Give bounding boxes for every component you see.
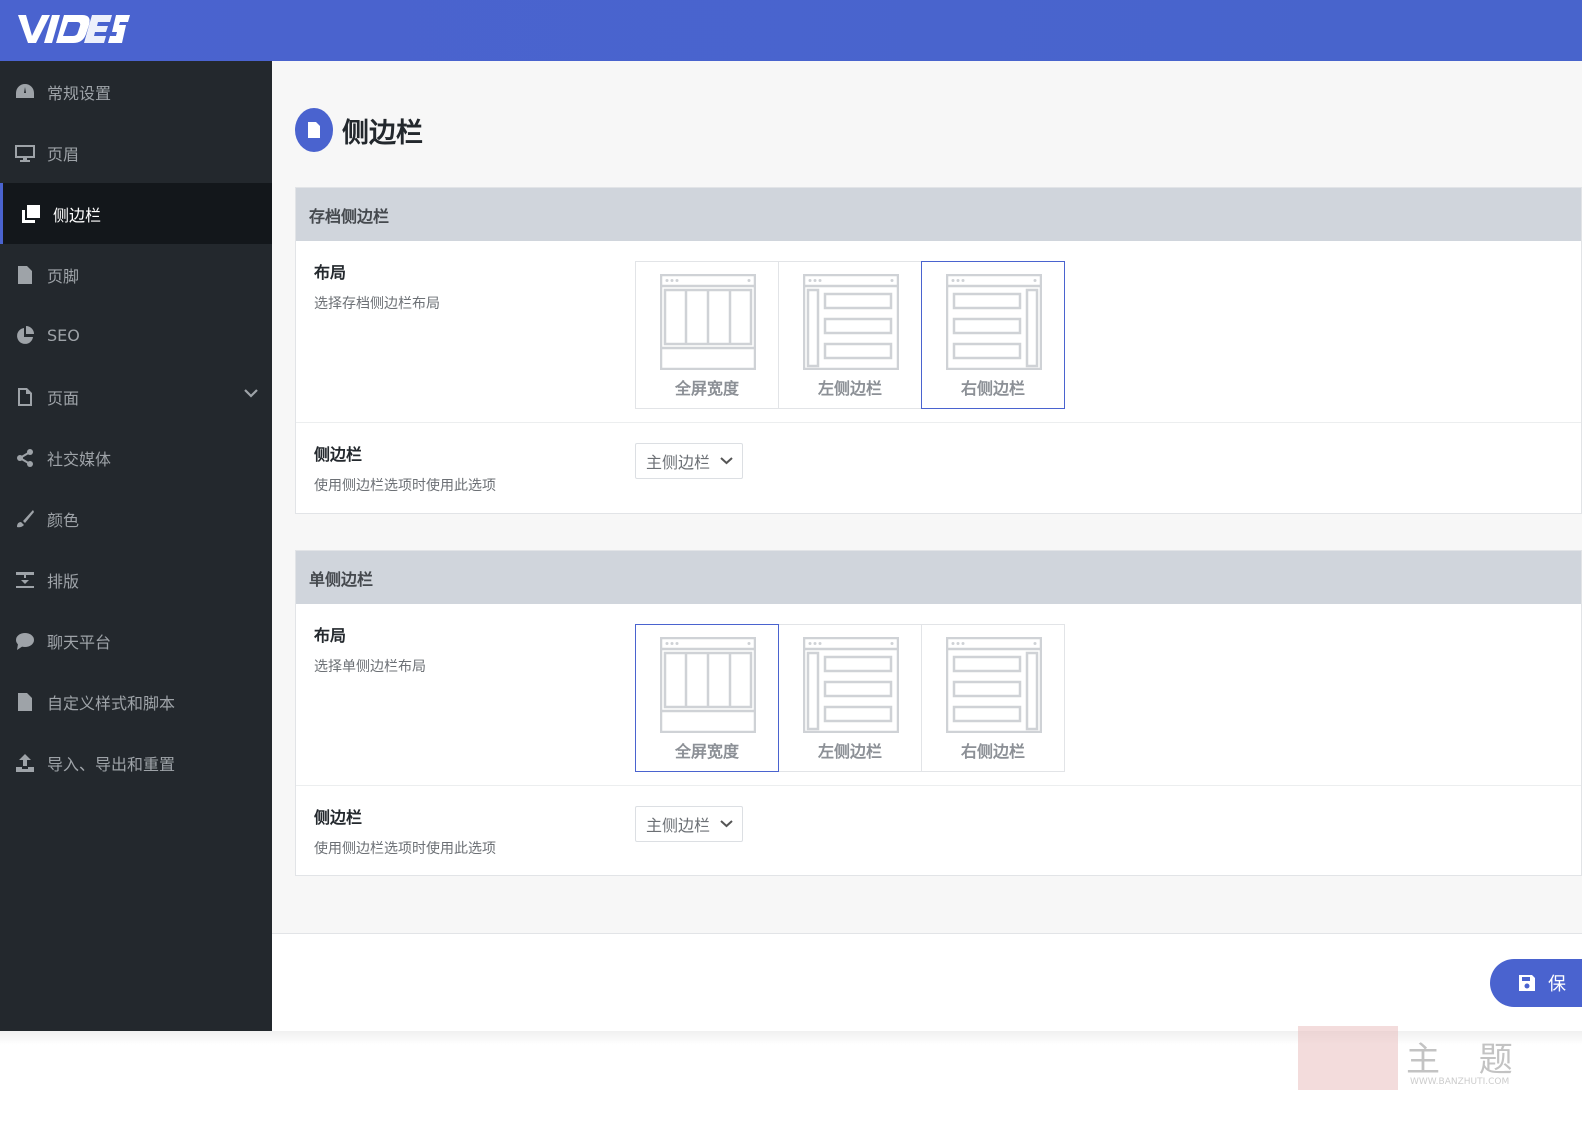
layout-option-full-width[interactable]: 全屏宽度: [635, 261, 779, 409]
watermark-url: WWW.BANZHUTI.COM: [1410, 1077, 1510, 1087]
comment-icon: [14, 630, 36, 652]
select-value: 主侧边栏: [646, 453, 711, 472]
dashboard-icon: [14, 81, 36, 103]
file-icon: [295, 108, 333, 152]
sidebar-item-import-export[interactable]: 导入、导出和重置: [0, 732, 272, 793]
sidebar-item-label: 排版: [47, 571, 80, 591]
row-label: 布局: [314, 626, 347, 645]
sidebar-nav: 常规设置 页眉 侧边栏 页脚 SEO 页面 社交媒体 颜色 排版 聊天平台 自定…: [0, 61, 272, 1031]
upload-icon: [14, 752, 36, 774]
sidebar-item-label: 侧边栏: [53, 205, 102, 225]
pie-chart-icon: [14, 325, 36, 347]
sidebar-item-colors[interactable]: 颜色: [0, 488, 272, 549]
full-width-layout-icon: [660, 274, 756, 370]
layout-option-right-sidebar[interactable]: 右侧边栏: [921, 261, 1065, 409]
sidebar-item-sidebar[interactable]: 侧边栏: [0, 183, 272, 244]
sidebar-item-label: 自定义样式和脚本: [47, 693, 176, 713]
select-value: 主侧边栏: [646, 816, 711, 835]
layout-option-label: 全屏宽度: [674, 379, 739, 398]
layout-option-full-width[interactable]: 全屏宽度: [635, 624, 779, 772]
layout-option-right-sidebar[interactable]: 右侧边栏: [921, 624, 1065, 772]
layout-option-left-sidebar[interactable]: 左侧边栏: [778, 624, 922, 772]
copy-icon: [20, 203, 42, 225]
row-description: 使用侧边栏选项时使用此选项: [314, 478, 496, 494]
chevron-down-icon: [720, 457, 733, 465]
sidebar-item-typography[interactable]: 排版: [0, 549, 272, 610]
sidebar-item-label: 社交媒体: [47, 449, 112, 469]
sidebar-item-label: 导入、导出和重置: [47, 754, 176, 774]
main-content: 侧边栏 存档侧边栏 布局 选择存档侧边栏布局 全屏宽度 左侧边栏 右侧边栏 侧边…: [272, 61, 1582, 933]
watermark-text: 主 题: [1406, 1040, 1527, 1080]
sidebar-select-row: 侧边栏 使用侧边栏选项时使用此选项 主侧边栏: [296, 786, 1581, 875]
desktop-icon: [14, 142, 36, 164]
archive-sidebar-panel: 存档侧边栏 布局 选择存档侧边栏布局 全屏宽度 左侧边栏 右侧边栏 侧边栏 使用…: [295, 187, 1582, 514]
row-label: 侧边栏: [314, 445, 363, 464]
watermark: 主 题 WWW.BANZHUTI.COM: [1298, 1026, 1528, 1092]
text-height-icon: [14, 569, 36, 591]
row-description: 选择存档侧边栏布局: [314, 296, 440, 312]
full-width-layout-icon: [660, 637, 756, 733]
chevron-down-icon: [720, 820, 733, 828]
layout-option-label: 左侧边栏: [817, 379, 882, 398]
share-icon: [14, 447, 36, 469]
save-button[interactable]: 保: [1490, 959, 1582, 1007]
sidebar-item-label: 页面: [47, 388, 80, 408]
left-sidebar-layout-icon: [803, 274, 899, 370]
layout-option-label: 全屏宽度: [674, 742, 739, 761]
file-icon: [14, 264, 36, 286]
page-header: 侧边栏: [295, 108, 423, 152]
sidebar-item-general[interactable]: 常规设置: [0, 61, 272, 122]
panel-title: 存档侧边栏: [296, 188, 1581, 241]
layout-row: 布局 选择单侧边栏布局 全屏宽度 左侧边栏 右侧边栏: [296, 604, 1581, 786]
sidebar-item-chat[interactable]: 聊天平台: [0, 610, 272, 671]
paint-brush-icon: [14, 508, 36, 530]
sidebar-item-header[interactable]: 页眉: [0, 122, 272, 183]
row-description: 选择单侧边栏布局: [314, 659, 426, 675]
sidebar-item-seo[interactable]: SEO: [0, 305, 272, 366]
page-title: 侧边栏: [342, 117, 423, 149]
floppy-disk-icon: [1519, 975, 1535, 991]
footer-bar: 保: [272, 933, 1582, 1031]
layout-row: 布局 选择存档侧边栏布局 全屏宽度 左侧边栏 右侧边栏: [296, 241, 1581, 423]
layout-option-label: 右侧边栏: [960, 742, 1025, 761]
right-sidebar-layout-icon: [946, 637, 1042, 733]
sidebar-item-label: SEO: [47, 326, 80, 345]
layout-options: 全屏宽度 左侧边栏 右侧边栏: [635, 624, 1065, 772]
watermark-seal: [1298, 1026, 1398, 1090]
sidebar-select[interactable]: 主侧边栏: [635, 443, 743, 479]
sidebar-item-label: 常规设置: [47, 83, 112, 103]
layout-options: 全屏宽度 左侧边栏 右侧边栏: [635, 261, 1065, 409]
single-sidebar-panel: 单侧边栏 布局 选择单侧边栏布局 全屏宽度 左侧边栏 右侧边栏 侧边栏 使用侧边…: [295, 550, 1582, 876]
brand-logo: [18, 15, 130, 43]
chevron-down-icon: [244, 389, 258, 398]
row-label: 侧边栏: [314, 808, 363, 827]
save-button-label: 保: [1548, 974, 1566, 995]
file-outline-icon: [14, 386, 36, 408]
sidebar-item-pages[interactable]: 页面: [0, 366, 272, 427]
top-bar: [0, 0, 1582, 61]
layout-option-label: 右侧边栏: [960, 379, 1025, 398]
file-icon: [14, 691, 36, 713]
sidebar-select-row: 侧边栏 使用侧边栏选项时使用此选项 主侧边栏: [296, 423, 1581, 513]
sidebar-item-label: 聊天平台: [47, 632, 112, 652]
sidebar-item-footer[interactable]: 页脚: [0, 244, 272, 305]
right-sidebar-layout-icon: [946, 274, 1042, 370]
sidebar-item-custom-code[interactable]: 自定义样式和脚本: [0, 671, 272, 732]
sidebar-item-label: 页眉: [47, 144, 80, 164]
row-description: 使用侧边栏选项时使用此选项: [314, 841, 496, 857]
sidebar-select[interactable]: 主侧边栏: [635, 806, 743, 842]
left-sidebar-layout-icon: [803, 637, 899, 733]
sidebar-item-label: 页脚: [47, 266, 80, 286]
row-label: 布局: [314, 263, 347, 282]
layout-option-label: 左侧边栏: [817, 742, 882, 761]
panel-title: 单侧边栏: [296, 551, 1581, 604]
sidebar-item-label: 颜色: [47, 510, 80, 530]
sidebar-item-social[interactable]: 社交媒体: [0, 427, 272, 488]
layout-option-left-sidebar[interactable]: 左侧边栏: [778, 261, 922, 409]
